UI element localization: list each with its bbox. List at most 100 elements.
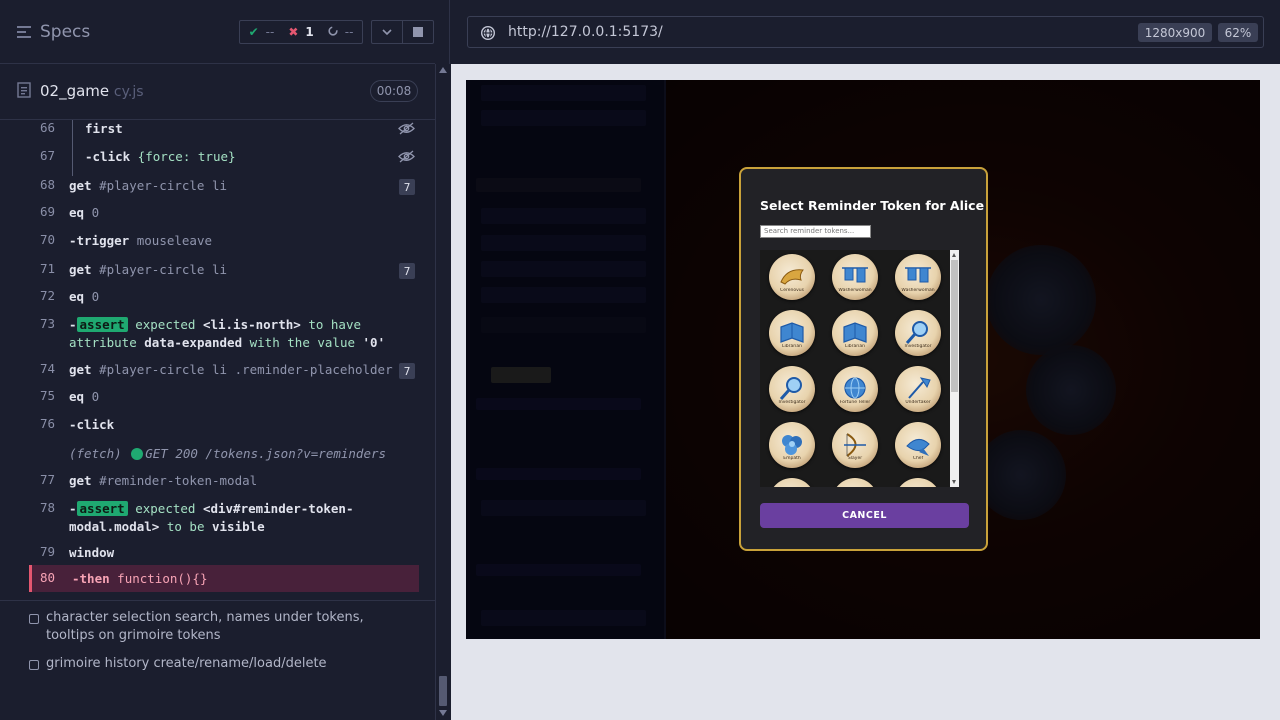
specs-label: Specs	[40, 22, 91, 42]
command-part: 0	[84, 289, 100, 304]
token-label: Empath	[783, 456, 801, 461]
reporter-header: Specs ✔ -- ✖ 1 --	[0, 0, 435, 64]
collapse-button[interactable]	[372, 21, 402, 43]
command-number: 73	[39, 316, 55, 331]
command-number: 75	[39, 388, 55, 403]
command-text: - assert expected <div#reminder-token-mod…	[69, 500, 419, 536]
reminder-token[interactable]: Undertaker	[895, 366, 941, 412]
command-part: eq	[69, 289, 85, 304]
failed-command-row[interactable]: 80 -then function(){}	[29, 565, 419, 592]
command-part: '0'	[362, 335, 386, 350]
command-text: first	[85, 120, 419, 138]
viewport-size-badge: 1280x900	[1138, 23, 1212, 42]
reminder-token[interactable]	[769, 478, 815, 487]
reminder-token[interactable]	[895, 478, 941, 487]
command-part: 0	[84, 205, 100, 220]
zoom-badge: 62%	[1218, 23, 1258, 42]
command-number: 67	[39, 148, 55, 163]
reminder-token[interactable]: Librarian	[832, 310, 878, 356]
token-grid-scrollbar[interactable]	[950, 250, 959, 487]
reminder-search-input[interactable]: Search reminder tokens...	[760, 225, 871, 238]
scroll-up-icon	[439, 67, 447, 73]
token-label: Librarian	[782, 344, 802, 349]
reminder-token[interactable]: Slayer	[832, 422, 878, 468]
command-part: GET 200 /tokens.json?v=reminders	[145, 446, 387, 461]
reminder-token[interactable]: Investigator	[769, 366, 815, 412]
command-number: 79	[39, 544, 55, 559]
command-part: (fetch)	[69, 446, 122, 461]
command-number: 76	[39, 416, 55, 431]
command-number: 66	[39, 120, 55, 135]
stop-button[interactable]	[402, 21, 433, 43]
command-number: 71	[39, 261, 55, 276]
match-count-badge: 7	[399, 263, 415, 279]
command-part: to be	[159, 519, 212, 534]
command-text: eq 0	[69, 204, 419, 222]
reminder-token[interactable]: Washerwoman	[895, 254, 941, 300]
assert-badge: assert	[76, 317, 128, 332]
checkbox-icon	[29, 614, 39, 624]
stop-icon	[413, 27, 423, 37]
command-text: get #player-circle li	[69, 177, 419, 195]
scrollbar-thumb[interactable]	[439, 676, 447, 706]
command-part: data-expanded	[144, 335, 243, 350]
token-label: Chef	[912, 456, 924, 461]
command-text: -then function(){}	[72, 570, 419, 588]
reminder-token[interactable]: Empath	[769, 422, 815, 468]
command-part: #player-circle li	[91, 262, 228, 277]
reminder-token[interactable]: Cerenovus	[769, 254, 815, 300]
spec-extension: cy.js	[113, 84, 144, 100]
match-count-badge: 7	[399, 179, 415, 195]
command-part: mouseleave	[129, 233, 213, 248]
test-item[interactable]: grimoire history create/rename/load/dele…	[29, 655, 409, 673]
command-part: {force: true}	[130, 149, 236, 164]
token-label: Cerenovus	[780, 288, 804, 293]
command-text: get #player-circle li .reminder-placehol…	[69, 361, 419, 379]
reminder-token[interactable]: Washerwoman	[832, 254, 878, 300]
command-part: expected	[127, 501, 203, 516]
command-part: #player-circle li	[91, 178, 228, 193]
command-text: -trigger mouseleave	[69, 232, 419, 250]
scrollbar-thumb[interactable]	[951, 260, 958, 392]
nesting-line	[72, 120, 73, 176]
command-part: window	[69, 545, 115, 560]
chevron-down-icon	[382, 29, 392, 35]
test-title: character selection search, names under …	[46, 610, 364, 643]
specs-toggle-button[interactable]: Specs	[17, 20, 90, 44]
scroll-up-icon	[952, 253, 956, 257]
command-part: #reminder-token-modal	[91, 473, 258, 488]
token-label: Librarian	[845, 344, 865, 349]
cancel-button[interactable]: CANCEL	[760, 503, 969, 528]
x-icon: ✖	[288, 25, 299, 39]
command-text: - assert expected <li.is-north> to have a…	[69, 316, 419, 352]
token-label: Washerwoman	[838, 288, 872, 293]
command-part: function(){}	[117, 571, 208, 586]
eye-slash-icon[interactable]	[398, 122, 415, 138]
check-icon: ✔	[248, 25, 259, 39]
token-label: Investigator	[778, 400, 806, 405]
command-part: eq	[69, 389, 85, 404]
spec-filename: 02_game cy.js	[40, 82, 144, 100]
command-part: #player-circle li .reminder-placeholder	[91, 362, 393, 377]
command-log: 66 first 67 -click {force: true} 68 get #play…	[0, 120, 435, 600]
failed-count: 1	[305, 25, 314, 39]
test-item[interactable]: character selection search, names under …	[29, 609, 409, 645]
command-number: 68	[39, 177, 55, 192]
reminder-token[interactable]: Librarian	[769, 310, 815, 356]
command-part: expected	[127, 317, 203, 332]
reminder-token[interactable]	[832, 478, 878, 487]
command-part: -click	[85, 149, 131, 164]
reminder-token[interactable]: Investigator	[895, 310, 941, 356]
reminder-token[interactable]: Fortune Teller	[832, 366, 878, 412]
command-text: get #reminder-token-modal	[69, 472, 419, 490]
command-part: get	[69, 362, 92, 377]
reminder-token[interactable]: Chef	[895, 422, 941, 468]
command-text: -click {force: true}	[85, 148, 419, 166]
token-label: Undertaker	[905, 400, 931, 405]
command-part: -trigger	[69, 233, 130, 248]
checkbox-icon	[29, 660, 39, 670]
url-bar[interactable]: http://127.0.0.1:5173/ 1280x900 62%	[467, 16, 1264, 48]
browser-toolbar: http://127.0.0.1:5173/ 1280x900 62%	[451, 0, 1280, 64]
eye-slash-icon[interactable]	[398, 150, 415, 166]
reporter-scrollbar[interactable]	[435, 64, 450, 720]
